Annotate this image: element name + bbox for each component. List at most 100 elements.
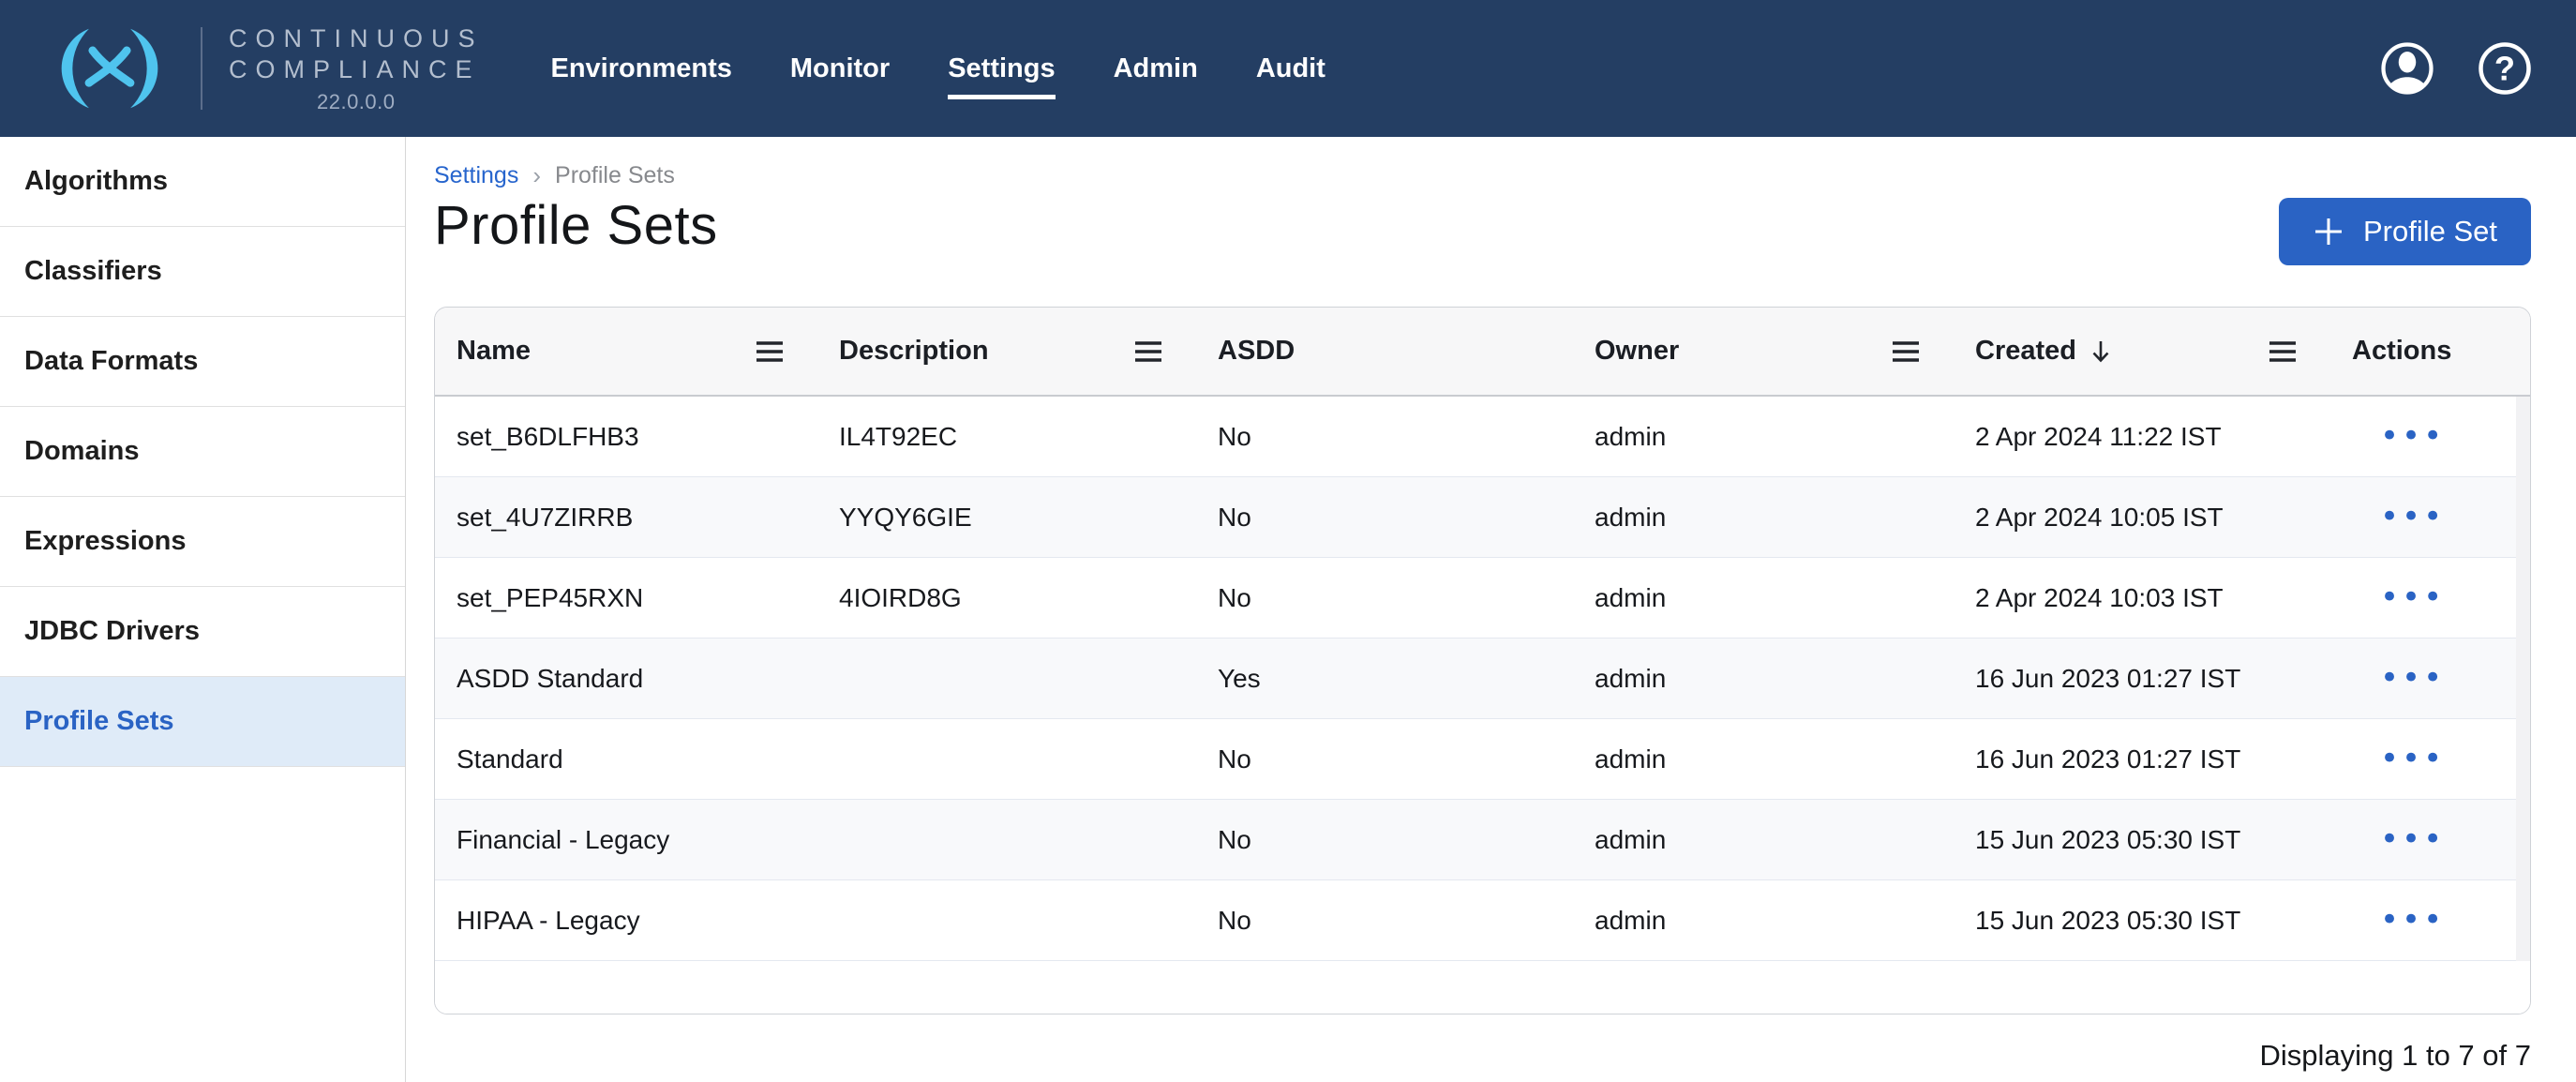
add-profile-set-label: Profile Set [2363,215,2497,248]
column-label-name: Name [457,336,531,367]
cell-actions: ••• [2330,823,2530,856]
cell-owner: admin [1573,422,1954,452]
cell-actions: ••• [2330,420,2530,453]
row-actions-menu-button[interactable]: ••• [2380,581,2445,613]
app-version: 22.0.0.0 [229,90,484,114]
column-menu-icon[interactable] [756,340,784,363]
row-actions-menu-button[interactable]: ••• [2380,501,2445,533]
sidebar-item-classifiers[interactable]: Classifiers [0,227,405,317]
table-row: ASDD Standard Yes admin 16 Jun 2023 01:2… [435,639,2530,719]
breadcrumb-current: Profile Sets [555,162,675,189]
row-actions-menu-button[interactable]: ••• [2380,420,2445,452]
cell-actions: ••• [2330,581,2530,614]
table-scrollbar-track[interactable] [2516,397,2530,961]
cell-created: 16 Jun 2023 01:27 IST [1954,744,2330,774]
column-header-actions: Actions [2330,308,2530,395]
svg-text:?: ? [2494,50,2515,88]
page-title: Profile Sets [434,194,718,257]
brand-line-2: COMPLIANCE [229,54,484,85]
brand: CONTINUOUS COMPLIANCE 22.0.0.0 [0,23,484,114]
column-menu-icon[interactable] [2269,340,2297,363]
cell-owner: admin [1573,503,1954,533]
table-row: set_B6DLFHB3 IL4T92EC No admin 2 Apr 202… [435,397,2530,477]
cell-actions: ••• [2330,743,2530,775]
primary-nav: Environments Monitor Settings Admin Audi… [551,46,1325,92]
cell-description: YYQY6GIE [817,503,1196,533]
column-header-name[interactable]: Name [435,308,817,395]
sidebar-item-domains[interactable]: Domains [0,407,405,497]
cell-name: set_4U7ZIRRB [435,503,817,533]
cell-actions: ••• [2330,501,2530,533]
column-label-owner: Owner [1595,336,1679,367]
cell-asdd: No [1196,583,1573,613]
table-body: set_B6DLFHB3 IL4T92EC No admin 2 Apr 202… [435,397,2530,961]
cell-asdd: No [1196,744,1573,774]
nav-item-admin[interactable]: Admin [1114,46,1198,92]
cell-asdd: No [1196,825,1573,855]
delphix-x-logo-icon [39,23,180,113]
cell-name: Standard [435,744,817,774]
sidebar-item-jdbc-drivers[interactable]: JDBC Drivers [0,587,405,677]
cell-owner: admin [1573,583,1954,613]
cell-asdd: Yes [1196,664,1573,694]
cell-actions: ••• [2330,662,2530,695]
table-row: Financial - Legacy No admin 15 Jun 2023 … [435,800,2530,880]
cell-actions: ••• [2330,904,2530,937]
column-header-created[interactable]: Created [1954,308,2330,395]
cell-name: HIPAA - Legacy [435,906,817,936]
cell-asdd: No [1196,422,1573,452]
row-actions-menu-button[interactable]: ••• [2380,743,2445,774]
row-actions-menu-button[interactable]: ••• [2380,904,2445,936]
cell-created: 2 Apr 2024 10:05 IST [1954,503,2330,533]
cell-name: Financial - Legacy [435,825,817,855]
title-row: Profile Sets Profile Set [434,194,2531,265]
top-navigation: CONTINUOUS COMPLIANCE 22.0.0.0 Environme… [0,0,2576,137]
cell-description: IL4T92EC [817,422,1196,452]
column-header-asdd[interactable]: ASDD [1196,308,1573,395]
table-footer-spacer [435,961,2530,1014]
user-avatar-icon[interactable] [2379,40,2435,97]
cell-owner: admin [1573,825,1954,855]
breadcrumb-chevron-icon: › [532,161,541,190]
cell-asdd: No [1196,906,1573,936]
cell-created: 15 Jun 2023 05:30 IST [1954,825,2330,855]
cell-created: 15 Jun 2023 05:30 IST [1954,906,2330,936]
table-row: Standard No admin 16 Jun 2023 01:27 IST … [435,719,2530,800]
profile-sets-table: Name Description ASDD Owner Created [434,307,2531,1014]
sidebar-item-expressions[interactable]: Expressions [0,497,405,587]
column-label-description: Description [839,336,989,367]
column-label-created: Created [1975,336,2076,367]
sort-desc-arrow-icon[interactable] [2089,338,2112,365]
sidebar-item-data-formats[interactable]: Data Formats [0,317,405,407]
add-profile-set-button[interactable]: Profile Set [2279,198,2531,265]
column-menu-icon[interactable] [1134,340,1162,363]
cell-name: ASDD Standard [435,664,817,694]
sidebar-item-algorithms[interactable]: Algorithms [0,137,405,227]
cell-created: 2 Apr 2024 10:03 IST [1954,583,2330,613]
nav-item-settings[interactable]: Settings [948,46,1055,92]
cell-owner: admin [1573,906,1954,936]
cell-created: 2 Apr 2024 11:22 IST [1954,422,2330,452]
sidebar-item-profile-sets[interactable]: Profile Sets [0,677,405,767]
cell-owner: admin [1573,664,1954,694]
settings-sidebar: Algorithms Classifiers Data Formats Doma… [0,137,406,1082]
breadcrumb-settings-link[interactable]: Settings [434,162,518,189]
nav-item-environments[interactable]: Environments [551,46,732,92]
row-actions-menu-button[interactable]: ••• [2380,662,2445,694]
help-icon[interactable]: ? [2477,40,2533,97]
column-menu-icon[interactable] [1892,340,1920,363]
column-label-asdd: ASDD [1218,336,1295,367]
plus-icon [2313,216,2344,248]
table-row: set_4U7ZIRRB YYQY6GIE No admin 2 Apr 202… [435,477,2530,558]
table-header: Name Description ASDD Owner Created [435,308,2530,397]
breadcrumb: Settings › Profile Sets [434,161,2531,190]
brand-text: CONTINUOUS COMPLIANCE 22.0.0.0 [229,23,484,114]
column-header-description[interactable]: Description [817,308,1196,395]
cell-description: 4IOIRD8G [817,583,1196,613]
column-label-created-group: Created [1975,336,2112,367]
row-actions-menu-button[interactable]: ••• [2380,823,2445,855]
nav-item-monitor[interactable]: Monitor [790,46,890,92]
nav-item-audit[interactable]: Audit [1256,46,1325,92]
column-header-owner[interactable]: Owner [1573,308,1954,395]
main-content: Settings › Profile Sets Profile Sets Pro… [406,137,2576,1082]
